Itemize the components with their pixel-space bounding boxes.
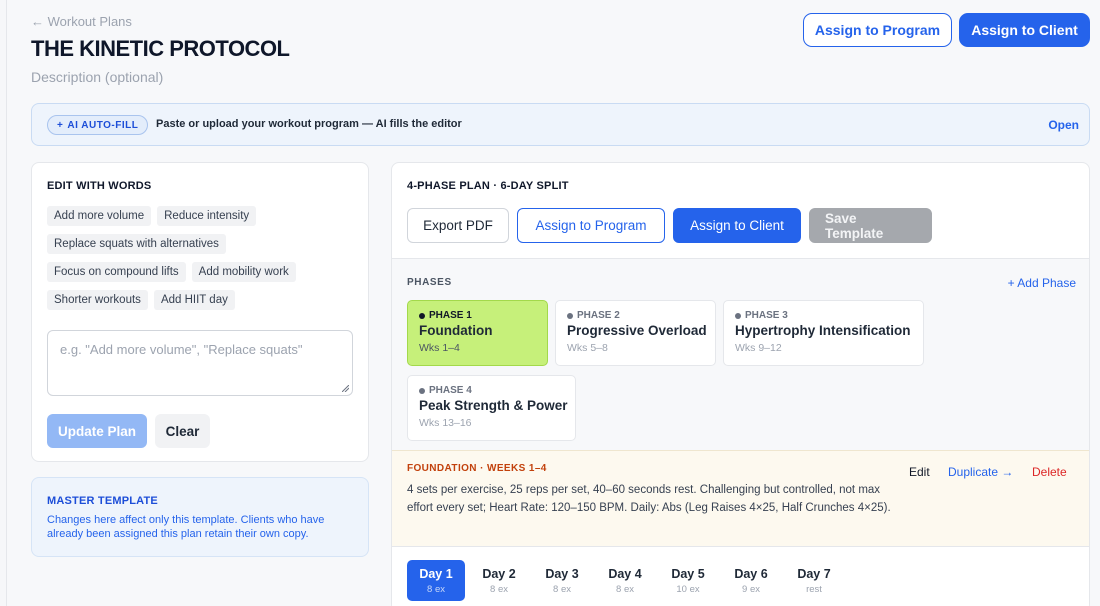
edit-with-words-panel: EDIT WITH WORDS Add more volume Reduce in… (31, 162, 369, 462)
suggestion-chip[interactable]: Add more volume (47, 206, 152, 226)
phase-weeks: Wks 13–16 (419, 417, 472, 429)
phase-number: PHASE 2 (577, 310, 620, 321)
phase-name: Hypertrophy Intensification (735, 323, 911, 338)
ai-autofill-badge: + AI AUTO-FILL (47, 115, 149, 135)
phases-label: PHASES (407, 277, 452, 288)
edit-phase-button[interactable]: Edit (909, 465, 930, 479)
ai-autofill-message: Paste or upload your workout program — A… (156, 118, 462, 130)
phase-number: PHASE 4 (429, 385, 472, 396)
day-tab-label: Day 2 (482, 566, 516, 581)
day-tab-exercise-count: 9 ex (742, 583, 760, 595)
day-tab-label: Day 4 (608, 566, 642, 581)
phase-name: Foundation (419, 323, 493, 338)
ai-autofill-open-button[interactable]: Open (1048, 118, 1079, 132)
day-tab-exercise-count: rest (806, 583, 822, 595)
day-tab-exercise-count: 8 ex (616, 583, 634, 595)
clear-button[interactable]: Clear (155, 414, 210, 448)
phase-number: PHASE 3 (745, 310, 788, 321)
day-tab-2[interactable]: Day 2 8 ex (470, 560, 528, 601)
phase-card-2[interactable]: PHASE 2 Progressive Overload Wks 5–8 (555, 300, 716, 366)
suggestion-chip[interactable]: Shorter workouts (47, 290, 148, 310)
phase-detail-title: FOUNDATION · WEEKS 1–4 (407, 463, 547, 474)
day-tab-label: Day 3 (545, 566, 579, 581)
suggestion-chip[interactable]: Add HIIT day (153, 290, 235, 310)
phase-dot-icon (419, 387, 425, 394)
day-tabs: Day 18 ex Day 28 ex Day 38 ex Day 48 ex Day … (407, 560, 843, 601)
phase-dot-icon (567, 312, 573, 319)
phase-number: PHASE 1 (429, 310, 472, 321)
phase-dot-icon (419, 312, 425, 319)
export-pdf-button[interactable]: Export PDF (407, 208, 509, 243)
suggestion-chips: Add more volume Reduce intensity Replace s… (47, 206, 357, 318)
edit-with-words-title: EDIT WITH WORDS (47, 180, 152, 192)
day-tab-1[interactable]: Day 1 8 ex (407, 560, 465, 601)
master-template-title: MASTER TEMPLATE (47, 495, 158, 507)
phase-weeks: Wks 5–8 (567, 342, 608, 354)
phase-card-3[interactable]: PHASE 3 Hypertrophy Intensification Wks 9–… (723, 300, 924, 366)
master-template-notice: MASTER TEMPLATE Changes here affect only… (31, 477, 369, 557)
phase-tag: PHASE 3 (735, 310, 912, 321)
suggestion-chip-row: Shorter workouts Add HIIT day (47, 290, 357, 310)
phase-card-1[interactable]: PHASE 1 Foundation Wks 1–4 (407, 300, 548, 366)
back-to-workout-plans-link[interactable]: ← Workout Plans (31, 14, 132, 29)
phase-detail-description: 4 sets per exercise, 25 reps per set, 40… (407, 484, 891, 514)
day-tab-exercise-count: 8 ex (553, 583, 571, 595)
suggestion-chip-row: Add more volume Reduce intensity (47, 206, 357, 226)
day-tab-3[interactable]: Day 3 8 ex (533, 560, 591, 601)
description-field[interactable]: Description (optional) (31, 69, 163, 85)
day-tab-exercise-count: 10 ex (676, 583, 700, 595)
plan-title: 4-PHASE PLAN · 6-DAY SPLIT (407, 180, 569, 192)
suggestion-chip[interactable]: Add mobility work (191, 262, 296, 282)
suggestion-chip[interactable]: Replace squats with alternatives (47, 234, 226, 254)
day-tab-exercise-count: 8 ex (427, 583, 445, 595)
edit-instructions-placeholder: e.g. "Add more volume", "Replace squats" (60, 342, 303, 357)
ai-autofill-bar: + AI AUTO-FILL Paste or upload your work… (31, 103, 1090, 146)
phase-weeks: Wks 9–12 (735, 342, 782, 354)
suggestion-chip[interactable]: Reduce intensity (157, 206, 257, 226)
save-template-button[interactable]: Save Template (809, 208, 932, 243)
duplicate-phase-button[interactable]: Duplicate → (948, 465, 1013, 479)
suggestion-chip[interactable]: Focus on compound lifts (47, 262, 186, 282)
delete-phase-button[interactable]: Delete (1032, 465, 1067, 479)
update-plan-button[interactable]: Update Plan (47, 414, 147, 448)
header-assign-to-client-button[interactable]: Assign to Client (959, 13, 1090, 47)
add-phase-button[interactable]: + Add Phase (1008, 276, 1076, 290)
phase-card-4[interactable]: PHASE 4 Peak Strength & Power Wks 13–16 (407, 375, 576, 441)
master-template-text: Changes here affect only this template. … (47, 514, 325, 540)
day-tab-label: Day 7 (797, 566, 831, 581)
suggestion-chip-row: Replace squats with alternatives (47, 234, 357, 254)
phase-weeks: Wks 1–4 (419, 342, 460, 354)
workout-plan-editor: ← Workout Plans THE KINETIC PROTOCOL Des… (6, 0, 1100, 606)
phase-tag: PHASE 4 (419, 385, 564, 396)
day-tab-7[interactable]: Day 7 rest (785, 560, 843, 601)
header-assign-to-program-button[interactable]: Assign to Program (803, 13, 952, 47)
assign-to-program-button[interactable]: Assign to Program (517, 208, 665, 243)
plan-actions-toolbar: Export PDF Assign to Program Assign to C… (407, 208, 932, 243)
phase-tag: PHASE 2 (567, 310, 704, 321)
phase-name: Peak Strength & Power (419, 398, 568, 413)
assign-to-client-button[interactable]: Assign to Client (673, 208, 801, 243)
day-tab-label: Day 1 (419, 566, 453, 581)
page-title: THE KINETIC PROTOCOL (31, 36, 290, 61)
day-tab-label: Day 6 (734, 566, 768, 581)
phase-dot-icon (735, 312, 741, 319)
day-tabs-section: Day 18 ex Day 28 ex Day 38 ex Day 48 ex Day … (392, 546, 1089, 606)
suggestion-chip-row: Focus on compound lifts Add mobility work (47, 262, 357, 282)
sparkle-icon: + (57, 119, 64, 131)
resize-handle-icon[interactable] (342, 385, 349, 392)
day-tab-label: Day 5 (671, 566, 705, 581)
phase-tag: PHASE 1 (419, 310, 536, 321)
day-tab-6[interactable]: Day 6 9 ex (722, 560, 780, 601)
edit-instructions-input[interactable]: e.g. "Add more volume", "Replace squats" (47, 330, 353, 396)
day-tab-exercise-count: 8 ex (490, 583, 508, 595)
phase-name: Progressive Overload (567, 323, 707, 338)
phase-detail: FOUNDATION · WEEKS 1–4 4 sets per exerci… (392, 450, 1089, 546)
day-tab-4[interactable]: Day 4 8 ex (596, 560, 654, 601)
plan-panel: 4-PHASE PLAN · 6-DAY SPLIT Export PDF As… (391, 162, 1090, 606)
ai-autofill-badge-label: AI AUTO-FILL (67, 119, 139, 131)
phases-section: PHASES + Add Phase PHASE 1 Foundation Wks … (392, 258, 1089, 450)
day-tab-5[interactable]: Day 5 10 ex (659, 560, 717, 601)
